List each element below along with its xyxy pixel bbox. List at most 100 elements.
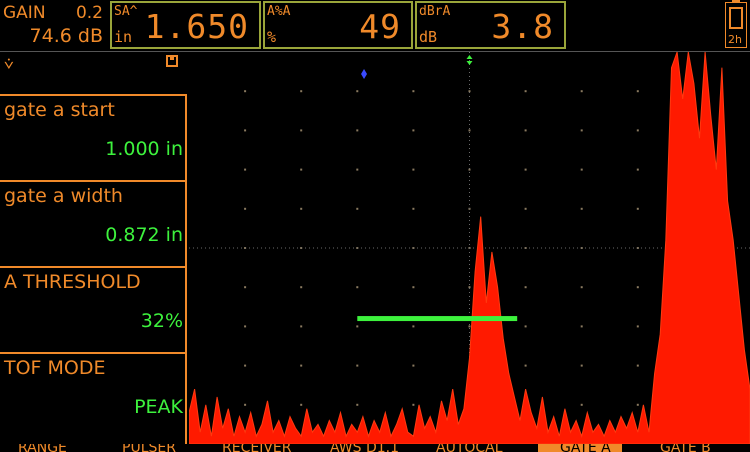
grid-dot (636, 286, 639, 289)
tab-pulser[interactable]: PULSER (122, 444, 176, 452)
grid-dot (636, 90, 639, 93)
grid-dot (356, 168, 359, 171)
readout-amplitude: A%A % 49 (263, 1, 413, 49)
tab-range[interactable]: RANGE (18, 444, 67, 452)
status-bar: GAIN 0.2 74.6 dB SA^ in 1.650 A%A % 49 d… (0, 0, 750, 51)
grid-dot (356, 286, 359, 289)
chevron-down-icon[interactable]: ⩒ (4, 54, 14, 74)
grid-dot (412, 168, 415, 171)
param-gate-a-start[interactable]: gate a start 1.000 in (0, 94, 187, 180)
grid-dot (636, 403, 639, 406)
grid-dot (412, 129, 415, 132)
grid-dot (580, 403, 583, 406)
tab-gate-a[interactable]: GATE A (538, 444, 622, 452)
grid-dot (580, 286, 583, 289)
grid-dot (300, 403, 303, 406)
grid-dot (524, 325, 527, 328)
grid-dot (468, 286, 471, 289)
grid-dot (412, 403, 415, 406)
param-value: PEAK (134, 396, 183, 418)
marker-blue-icon (361, 69, 368, 79)
gain-readout[interactable]: GAIN 0.2 74.6 dB (0, 1, 108, 49)
grid-dot (524, 364, 527, 367)
grid-dot (356, 325, 359, 328)
tab-autocal[interactable]: AUTOCAL (436, 444, 503, 452)
grid-dot (412, 90, 415, 93)
readout-unit-bottom: in (114, 28, 133, 46)
grid-dot (300, 168, 303, 171)
readout-sound-path: SA^ in 1.650 (110, 1, 261, 49)
grid-dot (412, 325, 415, 328)
readout-unit-top: A%A (267, 4, 291, 19)
tab-gate-b[interactable]: GATE B (660, 444, 711, 452)
grid-dot (580, 207, 583, 210)
grid-dot (524, 90, 527, 93)
param-label: gate a start (4, 99, 115, 121)
grid-dot (636, 325, 639, 328)
param-label: A THRESHOLD (4, 271, 141, 293)
grid-dot (356, 90, 359, 93)
battery-cell (729, 7, 743, 29)
grid-dot (244, 90, 247, 93)
grid-dot (524, 129, 527, 132)
grid-dot (468, 129, 471, 132)
grid-dot (580, 168, 583, 171)
grid-dot (300, 325, 303, 328)
grid-dot (244, 403, 247, 406)
grid-dot (580, 90, 583, 93)
gate-a-bar (357, 316, 518, 322)
param-value: 32% (140, 310, 183, 332)
grid-dot (244, 286, 247, 289)
grid-dot (524, 286, 527, 289)
grid-dot (300, 364, 303, 367)
param-value: 1.000 in (105, 138, 183, 160)
grid-dot (636, 364, 639, 367)
grid-dot (636, 207, 639, 210)
grid-dot (300, 207, 303, 210)
grid-dot (300, 129, 303, 132)
grid-dot (356, 364, 359, 367)
grid-dot (580, 129, 583, 132)
grid-dot (356, 129, 359, 132)
grid-dot (468, 90, 471, 93)
grid-dot (244, 325, 247, 328)
param-gate-a-width[interactable]: gate a width 0.872 in (0, 180, 187, 266)
param-a-threshold[interactable]: A THRESHOLD 32% (0, 266, 187, 352)
grid-dot (468, 325, 471, 328)
param-value: 0.872 in (105, 224, 183, 246)
grid-dot (412, 286, 415, 289)
grid-dot (412, 364, 415, 367)
grid-dot (580, 325, 583, 328)
grid-dot (524, 168, 527, 171)
grid-dot (244, 129, 247, 132)
battery-icon: 2h (725, 0, 747, 48)
grid-dot (636, 168, 639, 171)
grid-dot (356, 403, 359, 406)
parameter-sidebar: ⩒ gate a start 1.000 in gate a width 0.8… (0, 52, 188, 444)
grid-dot (244, 168, 247, 171)
readout-unit-bottom: dB (419, 28, 438, 46)
tab-receiver[interactable]: RECEIVER (222, 444, 291, 452)
readout-value: 3.8 (491, 7, 554, 46)
grid-dot (524, 207, 527, 210)
grid-dot (244, 207, 247, 210)
grid-dot (300, 286, 303, 289)
param-label: TOF MODE (4, 357, 106, 379)
floppy-disk-icon[interactable] (166, 55, 178, 67)
readout-db-ref: dBrA dB 3.8 (415, 1, 566, 49)
a-scan-display[interactable] (189, 52, 750, 444)
readout-unit-top: SA^ (114, 4, 138, 19)
battery-cap (732, 0, 740, 2)
grid-dot (300, 90, 303, 93)
param-tof-mode[interactable]: TOF MODE PEAK (0, 352, 187, 444)
gain-label: GAIN (3, 3, 46, 23)
grid-dot (580, 364, 583, 367)
tab-aws-d1-1[interactable]: AWS D1.1 (330, 444, 399, 452)
param-label: gate a width (4, 185, 123, 207)
readout-value: 1.650 (144, 7, 249, 46)
gain-value: 74.6 dB (29, 25, 103, 47)
a-scan-chart (189, 52, 750, 444)
readout-unit-top: dBrA (419, 4, 451, 19)
battery-hours: 2h (728, 33, 742, 46)
readout-value: 49 (359, 7, 401, 46)
